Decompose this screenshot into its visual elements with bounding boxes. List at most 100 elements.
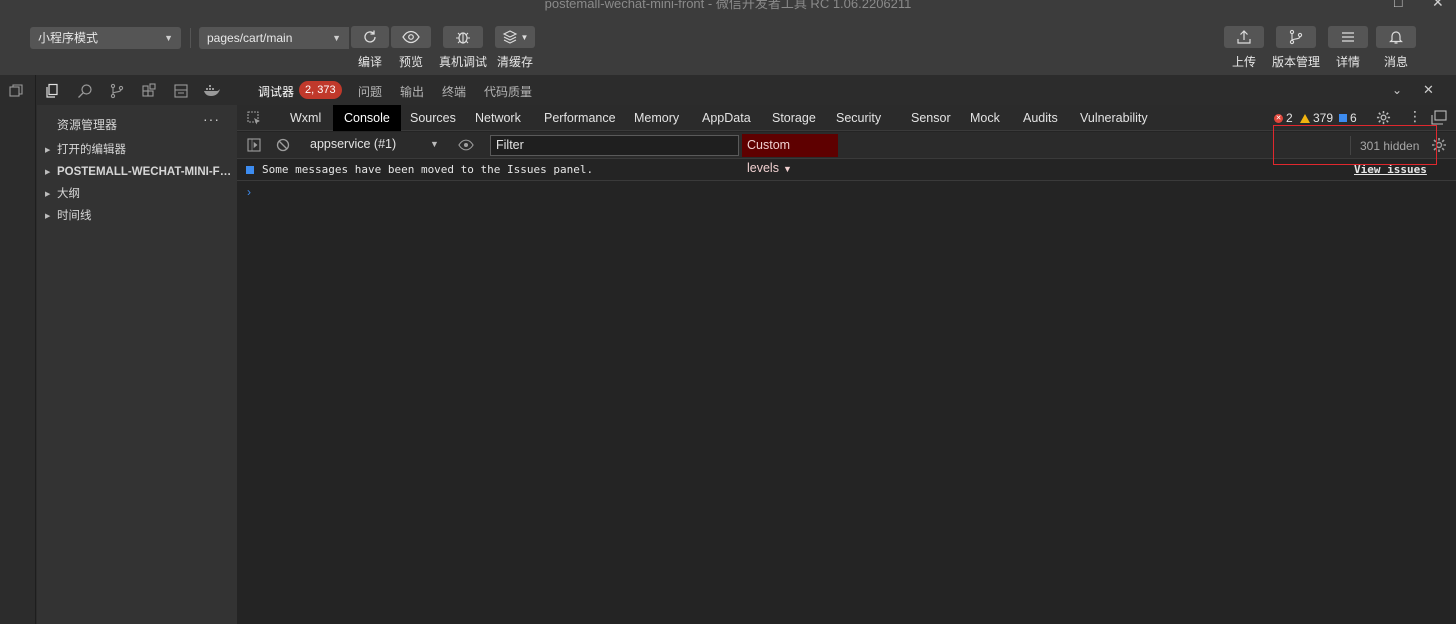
- files-icon[interactable]: [44, 82, 62, 100]
- caret-right-icon: ▶: [45, 191, 51, 198]
- cloud-dev-icon[interactable]: [172, 82, 190, 100]
- tab-wxml[interactable]: Wxml: [290, 105, 321, 131]
- tab-storage[interactable]: Storage: [772, 105, 816, 131]
- tree-item-outline[interactable]: ▶ 大纲: [45, 184, 235, 204]
- clear-console-icon[interactable]: [276, 138, 290, 152]
- tab-terminal[interactable]: 终端: [442, 83, 466, 100]
- tree-item-label: POSTEMALL-WECHAT-MINI-FRO...: [57, 166, 235, 178]
- tab-output[interactable]: 输出: [400, 83, 424, 100]
- close-panel-icon[interactable]: ✕: [1423, 82, 1434, 98]
- upload-button[interactable]: [1224, 26, 1264, 48]
- log-levels-select[interactable]: Custom levels ▼: [742, 134, 838, 175]
- tab-memory[interactable]: Memory: [634, 105, 679, 131]
- tree-item-project[interactable]: ▶ POSTEMALL-WECHAT-MINI-FRO...: [45, 162, 235, 182]
- more-vertical-icon[interactable]: ⋮: [1408, 108, 1422, 125]
- undock-icon[interactable]: [1431, 110, 1447, 125]
- refresh-icon: [364, 30, 376, 43]
- window-title: postemall-wechat-mini-front - 微信开发者工具 RC…: [544, 0, 912, 11]
- error-count[interactable]: ✕ 2: [1274, 111, 1293, 125]
- maximize-icon[interactable]: □: [1394, 0, 1402, 10]
- top-toolbar: postemall-wechat-mini-front - 微信开发者工具 RC…: [0, 0, 1456, 75]
- debugger-tabs: 调试器 2, 373 问题 输出 终端 代码质量 ⌄ ✕: [237, 75, 1456, 105]
- settings-gear-icon[interactable]: [1376, 110, 1391, 125]
- tab-problems[interactable]: 问题: [358, 83, 382, 100]
- tab-audits[interactable]: Audits: [1023, 105, 1058, 131]
- bug-icon: [456, 32, 470, 44]
- tab-sources[interactable]: Sources: [410, 105, 456, 131]
- caret-right-icon: ▶: [45, 213, 51, 220]
- info-count[interactable]: 6: [1339, 111, 1357, 125]
- chevron-down-icon: ▼: [332, 33, 341, 43]
- eye-icon: [402, 30, 420, 44]
- messages-button[interactable]: [1376, 26, 1416, 48]
- tree-item-label: 打开的编辑器: [57, 144, 126, 156]
- mode-select-value: 小程序模式: [38, 31, 99, 45]
- layers-icon: [502, 30, 517, 44]
- page-select[interactable]: pages/cart/main ▼: [199, 27, 349, 49]
- chevron-down-icon[interactable]: ⌄: [1392, 83, 1402, 97]
- message-text: Some messages have been moved to the Iss…: [262, 163, 594, 176]
- chevron-down-icon: ▼: [164, 33, 173, 43]
- real-device-debug-label: 真机调试: [438, 55, 487, 69]
- inspect-element-icon[interactable]: [247, 111, 262, 126]
- info-icon: [1339, 114, 1347, 122]
- tab-security[interactable]: Security: [836, 105, 881, 131]
- tab-code-quality[interactable]: 代码质量: [484, 83, 532, 100]
- page-select-value: pages/cart/main: [207, 31, 293, 45]
- error-icon: ✕: [1274, 113, 1283, 123]
- extensions-icon[interactable]: [140, 82, 158, 100]
- divider: [1350, 136, 1351, 155]
- warning-count[interactable]: 379: [1300, 111, 1333, 125]
- caret-right-icon: ▶: [45, 169, 51, 176]
- version-management-button[interactable]: [1276, 26, 1316, 48]
- issue-count-badge: 2, 373: [299, 81, 342, 99]
- docker-icon[interactable]: [203, 82, 221, 100]
- simulator-toggle-icon[interactable]: [8, 83, 24, 99]
- preview-button[interactable]: [391, 26, 431, 48]
- real-device-debug-button[interactable]: [443, 26, 483, 48]
- caret-right-icon: ▶: [45, 147, 51, 154]
- tab-debugger[interactable]: 调试器: [258, 83, 294, 100]
- details-button[interactable]: [1328, 26, 1368, 48]
- tab-mock[interactable]: Mock: [970, 105, 1000, 131]
- chevron-down-icon: ▼: [520, 32, 529, 42]
- clear-cache-label: 清缓存: [496, 55, 533, 69]
- source-control-icon[interactable]: [108, 82, 126, 100]
- search-icon[interactable]: [76, 82, 94, 100]
- tree-item-open-editors[interactable]: ▶ 打开的编辑器: [45, 140, 235, 160]
- branch-icon: [1289, 29, 1303, 45]
- context-select[interactable]: appservice (#1): [310, 137, 396, 151]
- compile-label: 编译: [357, 55, 382, 69]
- devtools-tabs: Wxml Console Sources Network Performance…: [237, 105, 1456, 131]
- view-issues-link[interactable]: View issues: [1354, 159, 1427, 181]
- warning-icon: [1300, 113, 1310, 123]
- tab-network[interactable]: Network: [475, 105, 521, 131]
- tree-item-label: 大纲: [57, 188, 80, 200]
- sidebar-toggle-icon[interactable]: [247, 138, 261, 152]
- filter-input[interactable]: Filter: [490, 135, 739, 156]
- tab-sensor[interactable]: Sensor: [911, 105, 951, 131]
- debugger-panel: 调试器 2, 373 问题 输出 终端 代码质量 ⌄ ✕ Wxml Consol…: [237, 75, 1456, 624]
- mode-select[interactable]: 小程序模式 ▼: [30, 27, 181, 49]
- live-expression-eye-icon[interactable]: [458, 138, 474, 152]
- tab-vulnerability[interactable]: Vulnerability: [1080, 105, 1148, 131]
- tab-console[interactable]: Console: [333, 105, 401, 131]
- clear-cache-button[interactable]: ▼: [495, 26, 535, 48]
- tab-performance[interactable]: Performance: [544, 105, 616, 131]
- close-window-icon[interactable]: ✕: [1432, 0, 1444, 11]
- divider: [190, 28, 191, 48]
- console-settings-gear-icon[interactable]: [1431, 137, 1447, 153]
- more-actions-icon[interactable]: ···: [203, 111, 220, 127]
- chevron-down-icon[interactable]: ▼: [430, 139, 439, 149]
- tree-item-label: 时间线: [57, 210, 92, 222]
- messages-label: 消息: [1383, 55, 1408, 69]
- tree-item-timeline[interactable]: ▶ 时间线: [45, 206, 235, 226]
- explorer-panel: 资源管理器 ··· ▶ 打开的编辑器 ▶ POSTEMALL-WECHAT-MINI…: [37, 75, 237, 624]
- compile-button[interactable]: [351, 26, 389, 48]
- console-message: Some messages have been moved to the Iss…: [237, 159, 1456, 181]
- bell-icon: [1389, 31, 1403, 44]
- console-prompt[interactable]: ›: [247, 185, 251, 199]
- activity-bar: [0, 75, 36, 624]
- tab-appdata[interactable]: AppData: [702, 105, 751, 131]
- explorer-tabs: [37, 75, 237, 105]
